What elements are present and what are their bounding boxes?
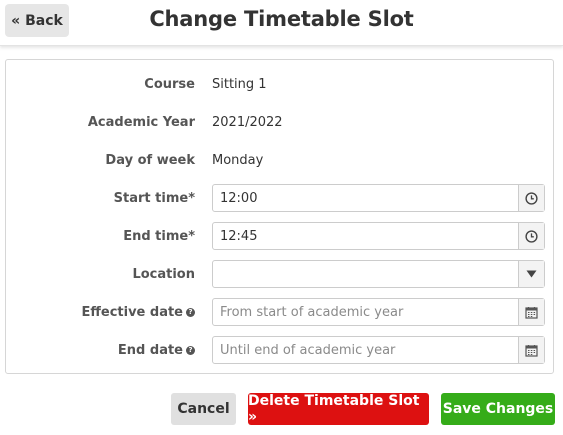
end-time-input[interactable]: 12:45 [212, 222, 545, 250]
clock-icon[interactable] [518, 185, 544, 211]
calendar-icon[interactable] [518, 299, 544, 325]
course-row: Course Sitting 1 [6, 70, 553, 98]
course-value: Sitting 1 [212, 76, 267, 92]
end-date-row: End date ? Until end of academic year [6, 336, 553, 364]
page-header: « Back Change Timetable Slot [0, 0, 563, 46]
academic-year-label: Academic Year [88, 108, 195, 136]
page-title: Change Timetable Slot [149, 7, 414, 31]
academic-year-value: 2021/2022 [212, 114, 283, 130]
location-label: Location [132, 260, 195, 288]
effective-date-input[interactable]: From start of academic year [212, 298, 545, 326]
start-time-input[interactable]: 12:00 [212, 184, 545, 212]
location-label-text: Location [132, 266, 195, 282]
help-icon[interactable]: ? [186, 345, 195, 355]
day-of-week-label-text: Day of week [105, 152, 195, 168]
location-row: Location [6, 260, 553, 288]
effective-date-row: Effective date ? From start of academic … [6, 298, 553, 326]
cancel-button[interactable]: Cancel [171, 393, 236, 425]
course-label-text: Course [144, 76, 195, 92]
end-date-label: End date ? [118, 336, 195, 364]
effective-date-placeholder: From start of academic year [220, 304, 404, 320]
end-time-row: End time* 12:45 [6, 222, 553, 250]
end-date-input[interactable]: Until end of academic year [212, 336, 545, 364]
dropdown-arrow-icon[interactable] [518, 261, 544, 287]
timetable-slot-form: Course Sitting 1 Academic Year 2021/2022… [5, 59, 554, 374]
start-time-row: Start time* 12:00 [6, 184, 553, 212]
academic-year-row: Academic Year 2021/2022 [6, 108, 553, 136]
start-time-label: Start time* [114, 184, 195, 212]
end-time-label: End time* [123, 222, 195, 250]
save-changes-button[interactable]: Save Changes [441, 393, 555, 425]
day-of-week-value: Monday [212, 152, 264, 168]
end-time-value: 12:45 [220, 228, 258, 244]
start-time-value: 12:00 [220, 190, 258, 206]
day-of-week-row: Day of week Monday [6, 146, 553, 174]
end-date-label-text: End date [117, 342, 183, 358]
location-select[interactable] [212, 260, 545, 288]
effective-date-label: Effective date ? [81, 298, 195, 326]
clock-icon[interactable] [518, 223, 544, 249]
day-of-week-label: Day of week [105, 146, 195, 174]
effective-date-label-text: Effective date [81, 304, 183, 320]
start-time-label-text: Start time* [113, 190, 195, 206]
end-date-placeholder: Until end of academic year [220, 342, 396, 358]
end-time-label-text: End time* [123, 228, 195, 244]
help-icon[interactable]: ? [186, 307, 195, 317]
delete-timetable-slot-button[interactable]: Delete Timetable Slot » [248, 393, 429, 425]
academic-year-label-text: Academic Year [87, 114, 195, 130]
calendar-icon[interactable] [518, 337, 544, 363]
course-label: Course [144, 70, 195, 98]
